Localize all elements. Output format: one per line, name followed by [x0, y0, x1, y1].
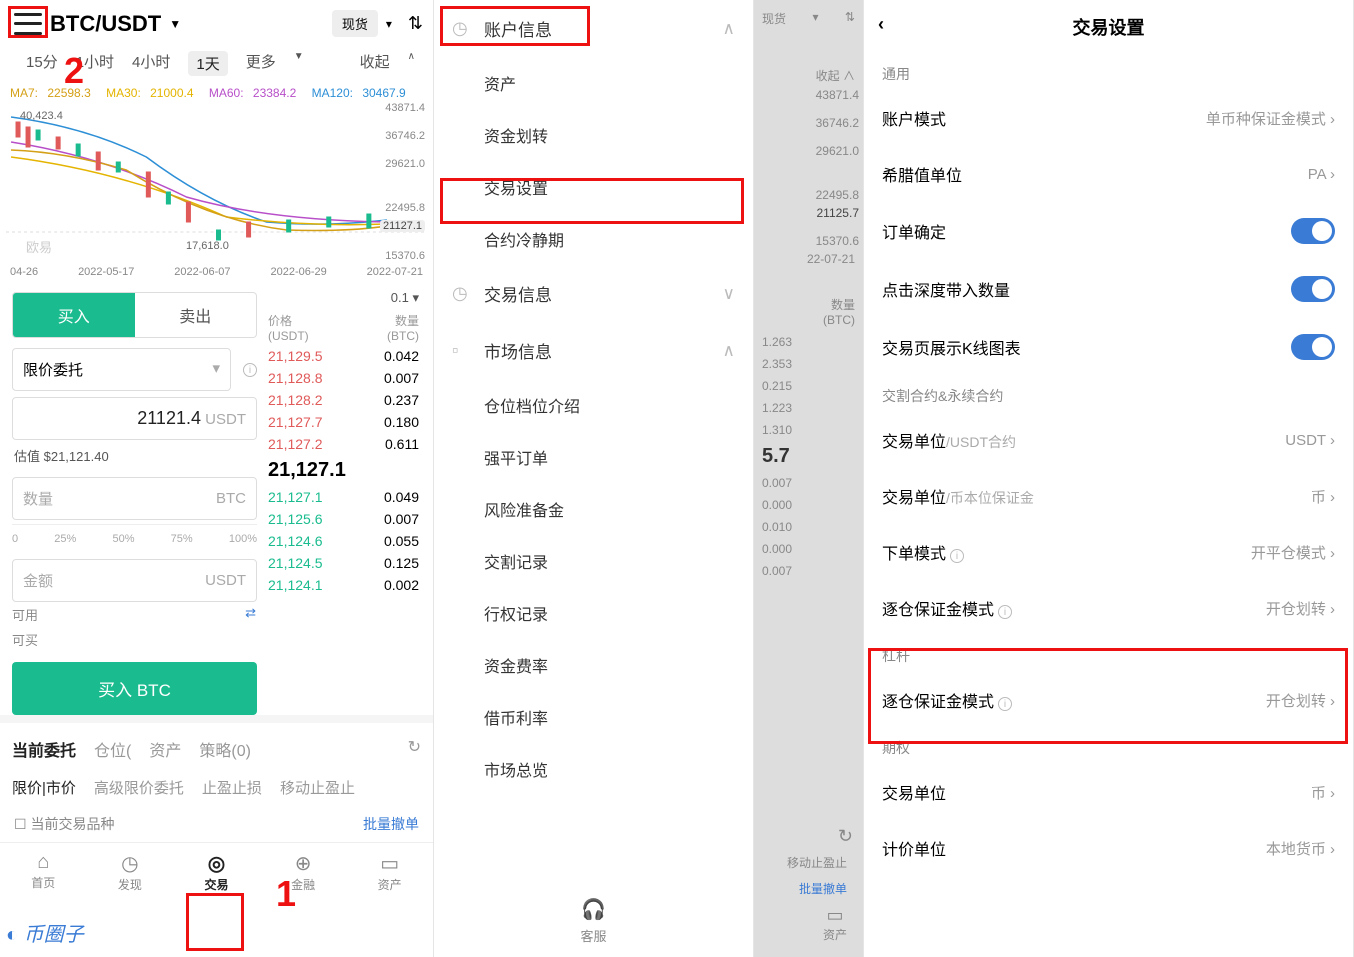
section-trade[interactable]: ◷ 交易信息 ∨: [434, 265, 753, 322]
toggle-on-icon: [1291, 334, 1335, 360]
tab-open-orders[interactable]: 当前委托: [12, 737, 76, 761]
buy-tab[interactable]: 买入: [13, 293, 135, 337]
batch-cancel-link[interactable]: 批量撤单: [363, 814, 419, 834]
menu-borrow-rate[interactable]: 借币利率: [434, 691, 753, 743]
nav-discover[interactable]: ◷发现: [118, 851, 142, 893]
menu-market-overview[interactable]: 市场总览: [434, 743, 753, 795]
clock-icon: ◷: [452, 283, 472, 304]
menu-funding[interactable]: 资金费率: [434, 639, 753, 691]
price-input[interactable]: 21121.4 USDT: [12, 397, 257, 440]
order-subtabs: 限价|市价 高级限价委托 止盈止损 移动止盈止: [0, 769, 433, 806]
row-greek-unit[interactable]: 希腊值单位PA ›: [864, 146, 1353, 202]
toggle-on-icon: [1291, 218, 1335, 244]
history-icon[interactable]: ↻: [408, 737, 421, 761]
back-icon[interactable]: ‹: [878, 14, 884, 35]
trading-screen: 2 BTC/USDT ▼ 现货 ▾ ⇅ 15分 1小时 4小时 1天 更多▼ 收…: [0, 0, 434, 957]
group-options: 期权: [864, 728, 1353, 764]
candlestick-chart[interactable]: 40,423.4 17,618.0 欧易 43871.4 36746.2 296…: [6, 102, 427, 262]
bottom-nav: ⌂首页 ◷发现 ◎交易 ⊕金融 ▭资产: [0, 842, 433, 897]
menu-tier[interactable]: 仓位档位介绍: [434, 379, 753, 431]
amount-input[interactable]: 金额USDT: [12, 559, 257, 602]
tab-positions[interactable]: 仓位(: [94, 737, 131, 761]
tf-4h[interactable]: 4小时: [132, 51, 170, 76]
tf-more[interactable]: 更多: [246, 51, 276, 76]
page-title: 交易设置: [1073, 18, 1145, 38]
menu-liquidation[interactable]: 强平订单: [434, 431, 753, 483]
sell-tab[interactable]: 卖出: [135, 293, 257, 337]
available-row: 可用 ⇄: [12, 602, 256, 627]
info-icon[interactable]: i: [243, 363, 257, 377]
row-order-confirm[interactable]: 订单确定: [864, 202, 1353, 260]
section-account[interactable]: ◷ 账户信息 ∧: [434, 0, 753, 57]
chart-xaxis: 04-262022-05-17 2022-06-072022-06-29 202…: [0, 262, 433, 282]
menu-trade-settings[interactable]: 交易设置: [434, 161, 753, 213]
chevron-up-icon: ∧: [723, 19, 735, 39]
tf-15m[interactable]: 15分: [26, 51, 58, 76]
orderbook: 0.1 ▾ 价格(USDT)数量(BTC) 21,129.50.042 21,1…: [268, 282, 433, 715]
row-isolated-margin-1[interactable]: 逐仓保证金模式i开仓划转 ›: [864, 580, 1353, 636]
trade-settings-screen: ‹ 交易设置 通用 账户模式单币种保证金模式 › 希腊值单位PA › 订单确定 …: [864, 0, 1354, 957]
settings-icon[interactable]: ⇅: [408, 13, 423, 34]
headset-icon: 🎧: [434, 897, 753, 922]
chevron-up-icon: ∧: [723, 341, 735, 361]
chart-watermark: 欧易: [26, 237, 52, 256]
row-depth-qty[interactable]: 点击深度带入数量: [864, 260, 1353, 318]
percent-slider[interactable]: 025% 50%75% 100%: [12, 524, 257, 553]
hamburger-menu-icon[interactable]: [14, 13, 42, 35]
side-menu: ◷ 账户信息 ∧ 资产 资金划转 交易设置 合约冷静期 ◷ 交易信息 ∨ ▫ 市…: [434, 0, 754, 957]
order-type-select[interactable]: 限价委托 ▾: [12, 348, 231, 391]
menu-assets[interactable]: 资产: [434, 57, 753, 109]
swap-icon: ⇅: [845, 10, 855, 27]
menu-transfer[interactable]: 资金划转: [434, 109, 753, 161]
site-watermark: ◐ 币圈子: [6, 918, 84, 947]
nav-trade[interactable]: ◎交易: [204, 851, 228, 893]
row-trade-unit-coin[interactable]: 交易单位/币本位保证金币 ›: [864, 468, 1353, 524]
dimmed-background: 现货▾⇅ 收起 ∧ 43871.4 36746.2 29621.0 22495.…: [754, 0, 864, 957]
row-trade-unit-usdt[interactable]: 交易单位/USDT合约USDT ›: [864, 412, 1353, 468]
group-futures: 交割合约&永续合约: [864, 376, 1353, 412]
chevron-down-icon[interactable]: ▼: [169, 17, 181, 31]
menu-cooldown[interactable]: 合约冷静期: [434, 213, 753, 265]
quantity-input[interactable]: 数量BTC: [12, 477, 257, 520]
row-isolated-margin-2[interactable]: 逐仓保证金模式i开仓划转 ›: [864, 672, 1353, 728]
tf-1d[interactable]: 1天: [188, 51, 227, 76]
mid-price: 21,127.1: [268, 455, 419, 486]
mode-pill[interactable]: 现货: [332, 10, 378, 37]
tab-assets[interactable]: 资产: [149, 737, 181, 761]
menu-reserve[interactable]: 风险准备金: [434, 483, 753, 535]
doc-icon: ▫: [452, 340, 472, 361]
menu-delivery[interactable]: 交割记录: [434, 535, 753, 587]
tf-collapse[interactable]: 收起: [360, 51, 390, 76]
nav-assets[interactable]: ▭资产: [378, 851, 402, 893]
clock-icon: ◷: [452, 18, 472, 39]
history-icon: ↻: [838, 826, 853, 847]
canbuy-row: 可买: [12, 627, 256, 652]
estimate-label: 估值 $21,121.40: [12, 440, 256, 471]
current-pair-checkbox[interactable]: ☐ 当前交易品种: [14, 814, 114, 834]
bottom-tabs: 当前委托 仓位( 资产 策略(0) ↻: [0, 715, 433, 769]
nav-home[interactable]: ⌂首页: [31, 851, 55, 893]
row-quote-unit[interactable]: 计价单位本地货币 ›: [864, 820, 1353, 876]
chevron-down-icon: ∨: [723, 284, 735, 304]
group-general: 通用: [864, 54, 1353, 90]
row-option-unit[interactable]: 交易单位币 ›: [864, 764, 1353, 820]
buy-button[interactable]: 买入 BTC: [12, 662, 257, 715]
toggle-on-icon: [1291, 276, 1335, 302]
trading-pair[interactable]: BTC/USDT: [50, 11, 161, 37]
row-show-kline[interactable]: 交易页展示K线图表: [864, 318, 1353, 376]
section-market[interactable]: ▫ 市场信息 ∧: [434, 322, 753, 379]
menu-exercise[interactable]: 行权记录: [434, 587, 753, 639]
tab-strategy[interactable]: 策略(0): [199, 737, 251, 761]
row-account-mode[interactable]: 账户模式单币种保证金模式 ›: [864, 90, 1353, 146]
buy-sell-tabs: 买入 卖出: [12, 292, 257, 338]
group-leverage: 杠杆: [864, 636, 1353, 672]
customer-service[interactable]: 🎧 客服: [434, 897, 753, 945]
row-order-mode[interactable]: 下单模式i开平仓模式 ›: [864, 524, 1353, 580]
